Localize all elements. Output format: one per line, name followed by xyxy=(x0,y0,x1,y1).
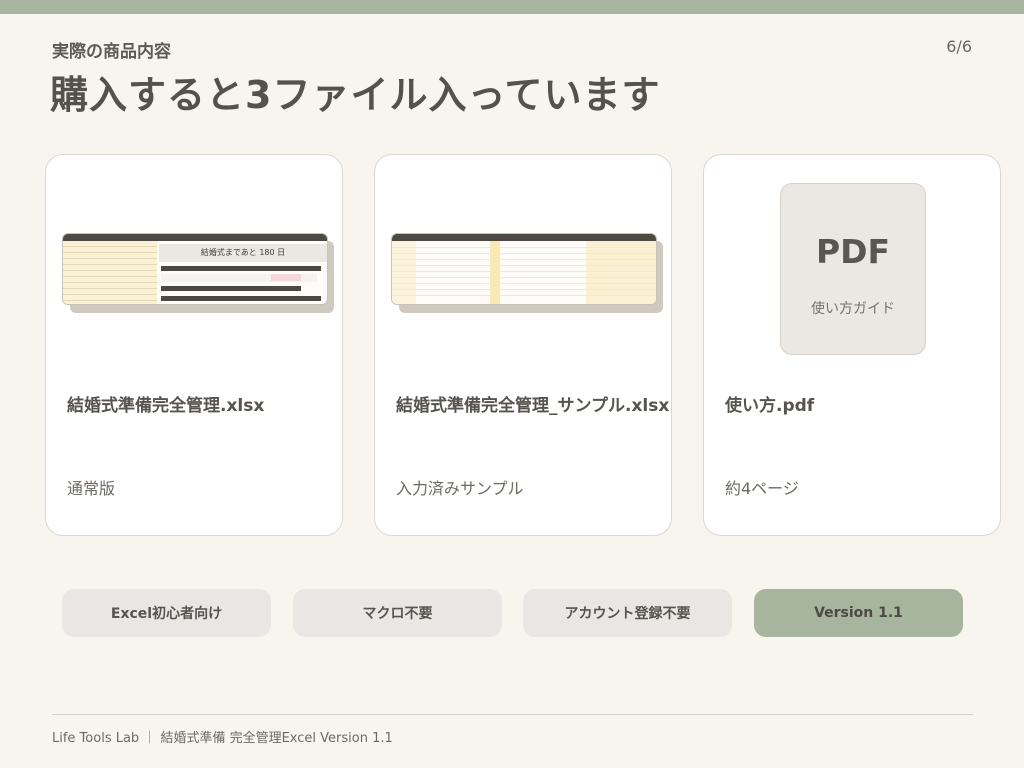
pdf-label: PDF xyxy=(815,232,891,271)
section-subtitle: 実際の商品内容 xyxy=(52,42,171,62)
file-name: 使い方.pdf xyxy=(725,396,815,416)
feature-badge-beginner: Excel初心者向け xyxy=(62,589,271,637)
footer-divider xyxy=(52,714,973,715)
pdf-caption: 使い方ガイド xyxy=(811,301,895,317)
page-title: 購入すると3ファイル入っています xyxy=(50,73,661,117)
spreadsheet-thumbnail: 結婚式まであと 180 日 xyxy=(62,233,328,305)
file-description: 通常版 xyxy=(67,479,116,498)
file-card-standard[interactable]: 結婚式まであと 180 日 結婚式準備完全管理.xlsx 通常版 xyxy=(45,154,343,536)
feature-badge-version: Version 1.1 xyxy=(754,589,963,637)
top-accent-bar xyxy=(0,0,1024,14)
feature-badge-no-macro: マクロ不要 xyxy=(293,589,502,637)
page-indicator: 6/6 xyxy=(946,37,972,56)
thumbnail-countdown-banner: 結婚式まであと 180 日 xyxy=(159,244,327,262)
file-description: 入力済みサンプル xyxy=(396,479,524,498)
footer-text: Life Tools Lab ｜ 結婚式準備 完全管理Excel Version… xyxy=(52,731,393,746)
pdf-icon: PDF 使い方ガイド xyxy=(780,183,926,355)
feature-badge-no-account: アカウント登録不要 xyxy=(523,589,732,637)
spreadsheet-thumbnail xyxy=(391,233,657,305)
file-card-sample[interactable]: 結婚式準備完全管理_サンプル.xlsx 入力済みサンプル xyxy=(374,154,672,536)
file-name: 結婚式準備完全管理.xlsx xyxy=(67,396,265,416)
file-name: 結婚式準備完全管理_サンプル.xlsx xyxy=(396,396,670,416)
file-description: 約4ページ xyxy=(725,479,799,498)
file-card-pdf-guide[interactable]: PDF 使い方ガイド 使い方.pdf 約4ページ xyxy=(703,154,1001,536)
